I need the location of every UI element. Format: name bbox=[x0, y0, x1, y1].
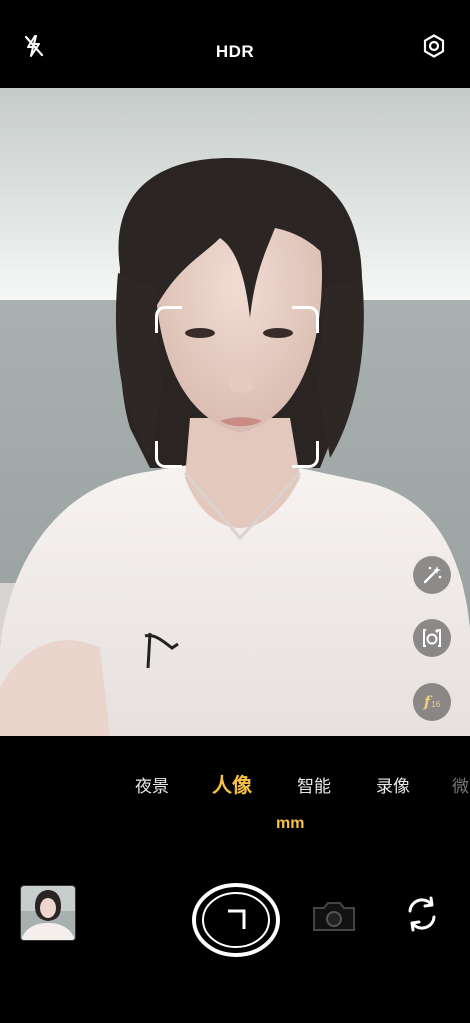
aperture-value: 16 bbox=[431, 699, 441, 709]
mode-video[interactable]: 录像 bbox=[376, 772, 410, 797]
bottom-controls: 夜景 人像 智能 录像 微 mm bbox=[0, 736, 470, 1023]
frame-corner bbox=[292, 306, 319, 333]
portrait-filter-glyph bbox=[423, 629, 441, 647]
hdr-toggle[interactable]: HDR bbox=[0, 42, 470, 62]
aperture-icon[interactable]: f 16 bbox=[413, 683, 451, 721]
camera-mode-icon[interactable] bbox=[306, 894, 362, 938]
zoom-option-active[interactable]: mm bbox=[276, 815, 304, 833]
beauty-wand-icon[interactable] bbox=[413, 556, 451, 594]
gallery-thumbnail-image bbox=[21, 886, 75, 940]
settings-icon-glyph bbox=[423, 34, 445, 58]
shutter-icon bbox=[192, 883, 280, 957]
camera-viewfinder[interactable]: f 16 bbox=[0, 88, 470, 736]
mode-portrait[interactable]: 人像 bbox=[212, 769, 252, 798]
camera-mode-glyph bbox=[313, 902, 355, 931]
switch-camera-glyph bbox=[408, 896, 436, 932]
gallery-thumbnail[interactable] bbox=[20, 885, 76, 941]
frame-corner bbox=[292, 441, 319, 468]
frame-corner bbox=[155, 441, 182, 468]
mode-night[interactable]: 夜景 bbox=[135, 772, 169, 797]
switch-camera-icon[interactable] bbox=[400, 892, 444, 936]
shutter-button[interactable] bbox=[190, 881, 282, 959]
mode-selector: 夜景 人像 智能 录像 微 bbox=[0, 772, 470, 802]
settings-icon[interactable] bbox=[416, 28, 452, 64]
frame-corner bbox=[155, 306, 182, 333]
mode-next[interactable]: 微 bbox=[452, 772, 469, 797]
mode-smart[interactable]: 智能 bbox=[297, 772, 331, 797]
aperture-f-label: f bbox=[423, 693, 431, 711]
portrait-filter-icon[interactable] bbox=[413, 619, 451, 657]
top-bar: HDR bbox=[0, 0, 470, 88]
face-detection-frame bbox=[155, 306, 319, 468]
zoom-selector: mm bbox=[240, 815, 304, 833]
beauty-wand-glyph bbox=[423, 566, 442, 584]
